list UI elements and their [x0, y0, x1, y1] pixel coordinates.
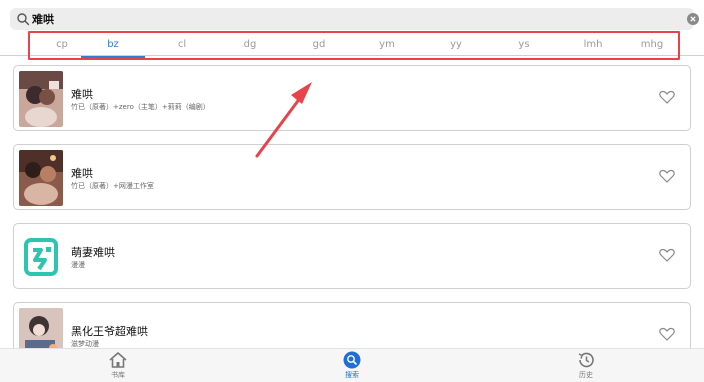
tab-mhg[interactable]: mhg — [620, 37, 684, 55]
result-title: 萌妻难哄 — [71, 246, 115, 259]
bottom-nav: 书库 搜索 历史 — [0, 348, 704, 382]
search-bar[interactable] — [10, 8, 699, 30]
source-tabs: cp bz cl dg gd ym yy ys lmh mhg — [30, 33, 678, 58]
nav-label: 历史 — [579, 371, 593, 379]
nav-history[interactable]: 历史 — [556, 351, 616, 381]
tab-cl[interactable]: cl — [150, 37, 214, 55]
heart-outline-icon[interactable] — [659, 327, 675, 341]
heart-outline-icon[interactable] — [659, 90, 675, 104]
app-logo — [19, 229, 63, 285]
nav-search[interactable]: 搜索 — [322, 351, 382, 381]
result-authors: 竹已（原著）+zero（主笔）+莉莉（编剧） — [71, 103, 210, 111]
heart-outline-icon[interactable] — [659, 248, 675, 262]
tab-dg[interactable]: dg — [218, 37, 282, 55]
annotation-arrow — [255, 82, 312, 158]
comic-cover — [19, 150, 63, 206]
result-title: 难哄 — [71, 88, 93, 101]
home-icon — [109, 352, 127, 368]
history-icon — [578, 352, 594, 368]
nav-label: 搜索 — [345, 371, 359, 379]
search-input[interactable] — [32, 10, 672, 28]
source-tabs-highlight: cp bz cl dg gd ym yy ys lmh mhg — [28, 31, 680, 60]
heart-outline-icon[interactable] — [659, 169, 675, 183]
result-title: 黑化王爷超难哄 — [71, 325, 148, 338]
search-icon — [17, 13, 30, 26]
result-title: 难哄 — [71, 167, 93, 180]
result-authors: 漫漫 — [71, 261, 85, 269]
tab-ym[interactable]: ym — [355, 37, 419, 55]
tab-lmh[interactable]: lmh — [561, 37, 625, 55]
comic-cover — [19, 71, 63, 127]
result-card[interactable]: 萌妻难哄 漫漫 — [13, 223, 691, 289]
tab-ys[interactable]: ys — [492, 37, 556, 55]
clear-icon[interactable] — [687, 13, 699, 25]
nav-label: 书库 — [111, 371, 125, 379]
nav-library[interactable]: 书库 — [88, 351, 148, 381]
tab-gd[interactable]: gd — [287, 37, 351, 55]
result-card[interactable]: 难哄 竹已（原著）+zero（主笔）+莉莉（编剧） — [13, 65, 691, 131]
result-card[interactable]: 难哄 竹已（原著）+网漫工作室 — [13, 144, 691, 210]
tab-bz[interactable]: bz — [81, 37, 145, 58]
search-icon — [343, 351, 361, 369]
tab-yy[interactable]: yy — [424, 37, 488, 55]
result-authors: 竹已（原著）+网漫工作室 — [71, 182, 154, 190]
